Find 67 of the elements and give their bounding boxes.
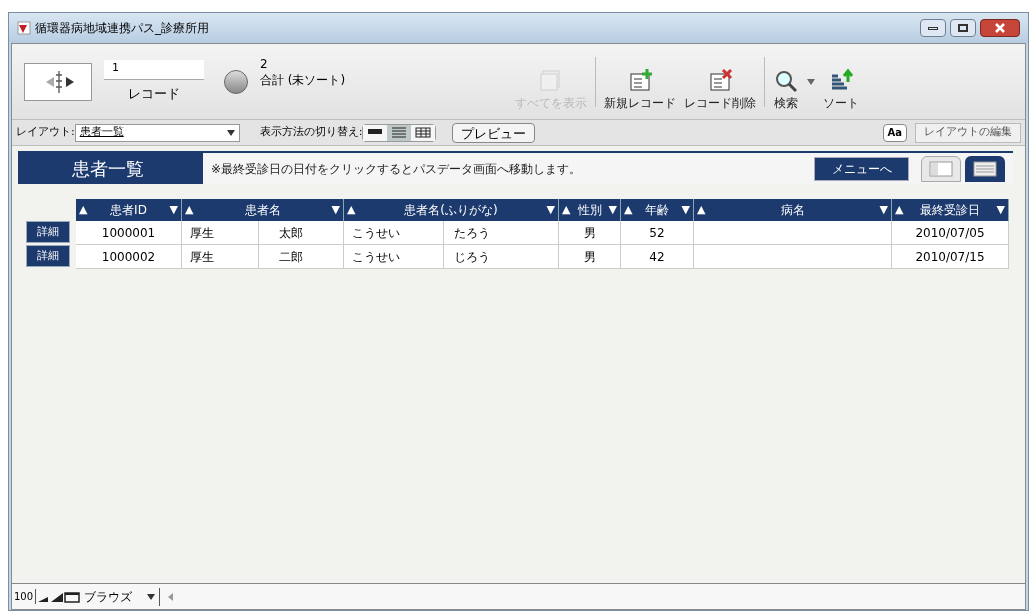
record-number-field[interactable]: 1	[104, 59, 204, 80]
sex-cell: 男	[559, 221, 621, 245]
layout-dropdown[interactable]: 患者一覧	[74, 123, 240, 142]
record-label: レコード	[128, 84, 180, 103]
form-view-icon	[929, 160, 953, 177]
search-button[interactable]: 検索	[769, 67, 803, 112]
kana-given-name-cell: じろう	[444, 245, 559, 269]
last-visit-date-cell[interactable]: 2010/07/05	[892, 221, 1009, 245]
preview-button[interactable]: プレビュー	[452, 122, 536, 143]
toolbar-toggle-icon[interactable]	[64, 590, 81, 603]
zoom-level[interactable]: 100	[12, 589, 37, 604]
scroll-left-icon[interactable]	[168, 592, 175, 601]
layout-label: レイアウト:	[16, 124, 75, 141]
view-form-button[interactable]	[363, 124, 388, 141]
close-icon	[995, 23, 1005, 33]
age-cell: 42	[621, 245, 694, 269]
record-total-label: 合計 (未ソート)	[260, 72, 346, 89]
list-view-icon	[973, 160, 997, 177]
mode-dropdown[interactable]: ブラウズ	[84, 587, 161, 606]
kana-given-name-cell: たろう	[444, 221, 559, 245]
column-header[interactable]: ▲ 患者名 ▼	[182, 199, 344, 221]
column-header[interactable]: ▲ 病名 ▼	[694, 199, 892, 221]
maximize-button[interactable]	[950, 19, 976, 37]
view-switch-label: 表示方法の切り替え:	[259, 124, 363, 141]
minimize-button[interactable]	[920, 19, 946, 37]
menu-button[interactable]: メニューへ	[814, 156, 909, 181]
last-visit-date-cell[interactable]: 2010/07/15	[892, 245, 1009, 269]
new-button[interactable]: 新規レコード	[600, 67, 680, 112]
view-list-icon	[391, 126, 408, 139]
given-name-cell: 二郎	[259, 245, 344, 269]
view-list-button[interactable]	[387, 124, 412, 141]
column-header[interactable]: ▲ 最終受診日 ▼	[892, 199, 1009, 221]
column-header[interactable]: ▲ 患者名(ふりがな) ▼	[344, 199, 559, 221]
column-header[interactable]: ▲ 性別 ▼	[559, 199, 621, 221]
kana-surname-cell: こうせい	[344, 221, 444, 245]
sex-cell: 男	[559, 245, 621, 269]
close-button[interactable]	[980, 19, 1020, 37]
caret-icon	[147, 593, 156, 600]
patient-id-cell: 1000002	[76, 245, 182, 269]
record-total: 2	[260, 58, 269, 71]
layout-list-tab[interactable]	[965, 155, 1005, 182]
kana-surname-cell: こうせい	[344, 245, 444, 269]
app-icon	[17, 21, 31, 35]
surname-cell: 厚生	[182, 221, 259, 245]
font-button[interactable]: Aa	[882, 123, 907, 142]
dropdown-caret-icon[interactable]	[807, 78, 815, 85]
view-table-icon	[415, 126, 432, 139]
instruction-text: ※最終受診日の日付をクリックするとパスデータ画面へ移動します。	[211, 160, 582, 178]
sort-button[interactable]: ソート	[819, 67, 863, 112]
surname-cell: 厚生	[182, 245, 259, 269]
record-navigator[interactable]	[24, 62, 92, 101]
column-header[interactable]: ▲ 年齢 ▼	[621, 199, 694, 221]
zoom-in-icon[interactable]	[50, 590, 65, 603]
caret-icon	[226, 129, 235, 136]
new-record-icon	[627, 67, 653, 94]
delete-button[interactable]: レコード削除	[680, 67, 760, 112]
window-title: 循環器病地域連携パス_診療所用	[35, 20, 209, 37]
column-header[interactable]: ▲ 患者ID ▼	[76, 199, 182, 221]
age-cell: 52	[621, 221, 694, 245]
detail-button[interactable]: 詳細	[26, 245, 70, 267]
detail-button[interactable]: 詳細	[26, 221, 70, 243]
edit-layout-button[interactable]: レイアウトの編集	[915, 122, 1021, 143]
view-table-button[interactable]	[411, 124, 436, 141]
given-name-cell: 太郎	[259, 221, 344, 245]
delete-record-icon	[707, 67, 733, 94]
layout-title: 患者一覧	[18, 153, 203, 184]
patient-id-cell: 1000001	[76, 221, 182, 245]
